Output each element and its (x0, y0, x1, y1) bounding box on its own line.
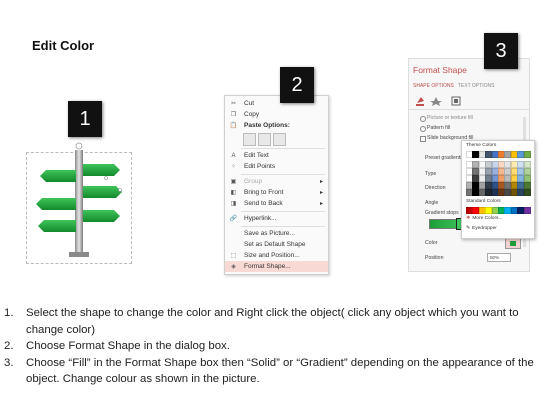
position-input[interactable]: 50% (487, 253, 511, 262)
paste-text-button[interactable] (273, 133, 286, 146)
menu-separator (241, 226, 325, 227)
theme-color-swatch[interactable] (523, 151, 531, 158)
menu-item-edit-text[interactable]: A Edit Text (225, 150, 328, 161)
format-shape-icon: ◈ (231, 264, 236, 270)
format-pane-icon-row (416, 96, 461, 106)
fill-color-icon (510, 241, 516, 246)
paste-keep-format-button[interactable] (243, 133, 256, 146)
submenu-arrow-icon: ▸ (319, 179, 323, 185)
label-type: Type (425, 171, 437, 177)
scissors-icon: ✂ (230, 101, 237, 107)
signpost-arrow-left (40, 170, 76, 182)
label-angle: Angle (425, 200, 439, 206)
tab-text-options[interactable]: TEXT OPTIONS (458, 83, 495, 89)
signpost-arrow-right (83, 164, 120, 176)
menu-item-edit-points[interactable]: ⁘ Edit Points (225, 161, 328, 172)
format-pane-title: Format Shape (413, 65, 467, 75)
signpost-arrow-left (36, 198, 76, 210)
page-title: Edit Color (32, 38, 95, 53)
step-badge-1: 1 (68, 101, 102, 137)
signpost-arrow-right (83, 210, 120, 222)
submenu-arrow-icon: ▸ (319, 190, 323, 196)
menu-item-save-as-picture[interactable]: Save as Picture... (225, 228, 328, 239)
menu-item-size-position[interactable]: ⬚ Size and Position... (225, 250, 328, 261)
checkbox-slide-background-fill[interactable] (420, 136, 426, 142)
standard-colors-label: Standard Colors (466, 199, 501, 204)
label-preset-gradients: Preset gradients (425, 155, 463, 161)
theme-colors-label: Theme Colors (466, 143, 497, 148)
menu-separator (241, 174, 325, 175)
send-back-icon: ◨ (230, 201, 237, 207)
standard-color-swatch[interactable] (523, 207, 531, 214)
instruction-item: 1. Select the shape to change the color a… (4, 307, 519, 336)
step-badge-3: 3 (484, 33, 518, 69)
copy-icon: ❐ (230, 112, 237, 118)
paste-icon: 📋 (229, 123, 238, 129)
menu-item-set-default-shape[interactable]: Set as Default Shape (225, 239, 328, 250)
signpost-arrow-right (83, 186, 122, 198)
radio-pattern-fill[interactable] (420, 126, 426, 132)
option-pattern-fill[interactable]: Pattern fill (427, 125, 450, 131)
radio-picture-fill[interactable] (420, 116, 426, 122)
signpost-shape[interactable] (26, 140, 136, 265)
menu-separator (241, 148, 325, 149)
instruction-item: 2. Choose Format Shape in the dialog box. (4, 340, 230, 352)
edit-text-icon: A (231, 152, 236, 159)
menu-item-copy[interactable]: ❐ Copy (225, 109, 328, 120)
effects-icon[interactable] (430, 97, 442, 106)
menu-item-hyperlink[interactable]: 🔗 Hyperlink... (225, 213, 328, 224)
theme-color-swatch[interactable] (523, 182, 531, 189)
color-picker-popup: Theme Colors Standard Colors ❖ More Color… (461, 140, 535, 239)
instruction-item: 3. Choose “Fill” in the Format Shape box … (4, 356, 534, 386)
menu-item-send-to-back[interactable]: ◨ Send to Back ▸ (225, 198, 328, 209)
size-properties-icon[interactable] (451, 96, 461, 106)
theme-color-swatch[interactable] (523, 189, 531, 196)
label-position: Position (425, 255, 444, 261)
menu-item-paste-options: 📋 Paste Options: (229, 122, 290, 129)
menu-item-format-shape[interactable]: ◈ Format Shape... (225, 261, 328, 272)
menu-separator (241, 211, 325, 212)
size-position-icon: ⬚ (230, 253, 237, 259)
bring-front-icon: ◧ (230, 190, 237, 196)
tab-shape-options[interactable]: SHAPE OPTIONS (413, 83, 454, 89)
submenu-arrow-icon: ▸ (319, 201, 323, 207)
edit-points-icon: ⁘ (230, 164, 237, 170)
label-gradient-stops: Gradient stops (425, 210, 459, 216)
theme-color-swatch[interactable] (523, 161, 531, 168)
step-badge-2: 2 (280, 67, 314, 103)
theme-color-swatch[interactable] (523, 168, 531, 175)
eyedropper-item[interactable]: ✎ Eyedropper (466, 226, 497, 231)
menu-item-group: ▣ Group ▸ (230, 178, 323, 185)
paste-picture-button[interactable] (258, 133, 271, 146)
more-colors-item[interactable]: ❖ More Colors... (466, 216, 502, 221)
label-color: Color (425, 240, 438, 246)
eyedropper-icon: ✎ (466, 226, 471, 231)
menu-item-bring-to-front[interactable]: ◧ Bring to Front ▸ (225, 187, 328, 198)
context-menu: ✂ Cut ❐ Copy 📋 Paste Options: A Edit Text ⁘ E… (224, 95, 329, 275)
hyperlink-icon: 🔗 (229, 216, 238, 222)
color-picker-button[interactable] (505, 238, 521, 249)
theme-color-swatch[interactable] (523, 175, 531, 182)
label-direction: Direction (425, 185, 446, 191)
option-picture-fill[interactable]: Picture or texture fill (427, 115, 473, 121)
signpost-pole (75, 150, 83, 254)
signpost-arrow-left (38, 220, 76, 232)
instructions-list: 1. Select the shape to change the color a… (4, 305, 556, 388)
group-icon: ▣ (230, 179, 237, 185)
fill-line-icon[interactable] (416, 97, 424, 106)
color-wheel-icon: ❖ (466, 216, 471, 221)
